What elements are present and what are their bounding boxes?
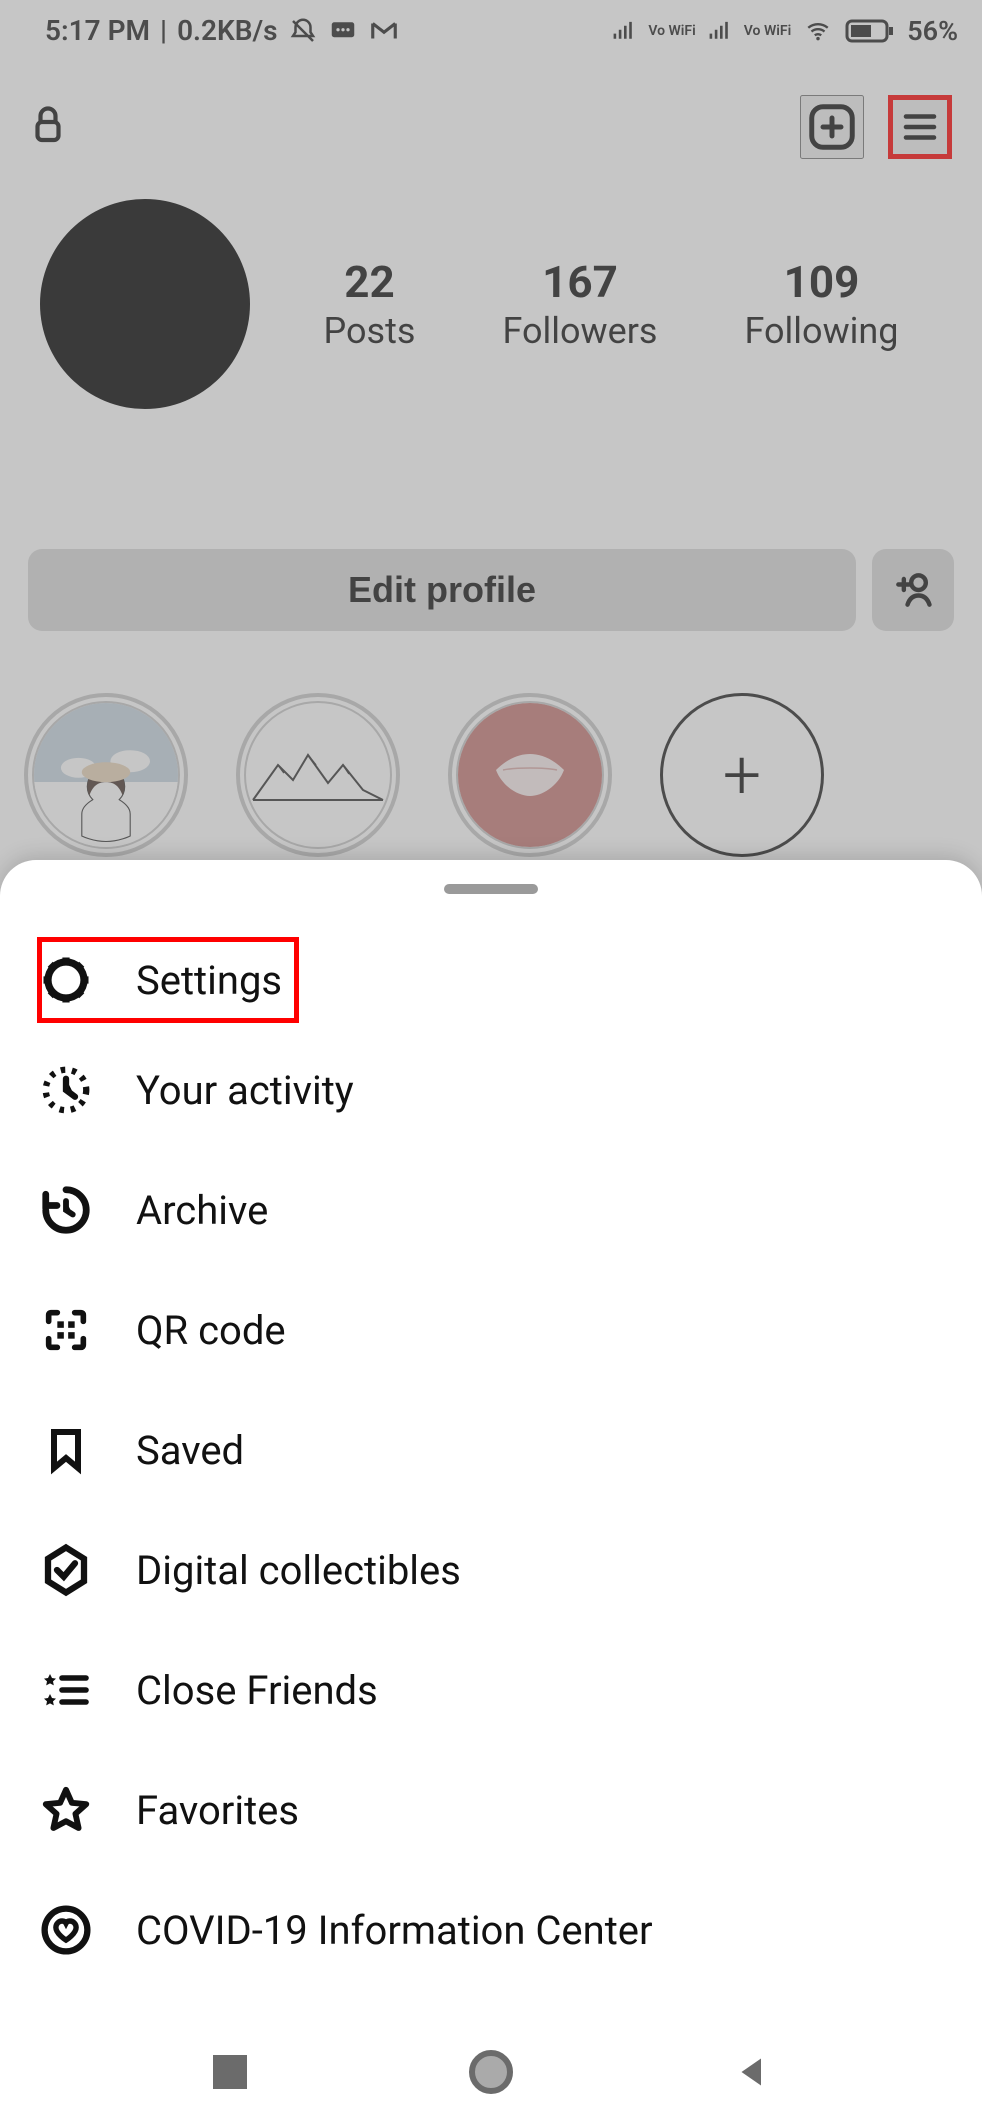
sheet-drag-handle[interactable] (444, 884, 538, 894)
nav-home-button[interactable] (466, 2047, 516, 2097)
activity-icon (36, 1060, 96, 1120)
menu-label: Archive (136, 1187, 268, 1234)
menu-label: Digital collectibles (136, 1547, 461, 1594)
android-nav-bar (0, 2017, 982, 2127)
menu-item-saved[interactable]: Saved (30, 1390, 952, 1510)
star-icon (36, 1780, 96, 1840)
menu-label: QR code (136, 1307, 286, 1354)
menu-item-digital-collectibles[interactable]: Digital collectibles (30, 1510, 952, 1630)
menu-label: Settings (136, 957, 282, 1004)
menu-item-close-friends[interactable]: Close Friends (30, 1630, 952, 1750)
menu-label: Saved (136, 1427, 244, 1474)
menu-item-your-activity[interactable]: Your activity (30, 1030, 952, 1150)
menu-list: Settings Your activity Archive QR code S (0, 930, 982, 1990)
menu-item-qr-code[interactable]: QR code (30, 1270, 952, 1390)
nav-back-button[interactable] (727, 2047, 777, 2097)
bookmark-icon (36, 1420, 96, 1480)
menu-label: Close Friends (136, 1667, 378, 1714)
heart-circle-icon (36, 1900, 96, 1960)
menu-label: Your activity (136, 1067, 354, 1114)
bottom-sheet: Settings Your activity Archive QR code S (0, 860, 982, 2127)
qr-code-icon (36, 1300, 96, 1360)
menu-item-covid-info[interactable]: COVID-19 Information Center (30, 1870, 952, 1990)
star-list-icon (36, 1660, 96, 1720)
nav-recent-button[interactable] (205, 2047, 255, 2097)
hexagon-check-icon (36, 1540, 96, 1600)
gear-icon (36, 950, 96, 1010)
menu-label: Favorites (136, 1787, 299, 1834)
menu-item-favorites[interactable]: Favorites (30, 1750, 952, 1870)
archive-icon (36, 1180, 96, 1240)
menu-item-archive[interactable]: Archive (30, 1150, 952, 1270)
menu-label: COVID-19 Information Center (136, 1907, 653, 1954)
menu-item-settings[interactable]: Settings (30, 930, 306, 1030)
